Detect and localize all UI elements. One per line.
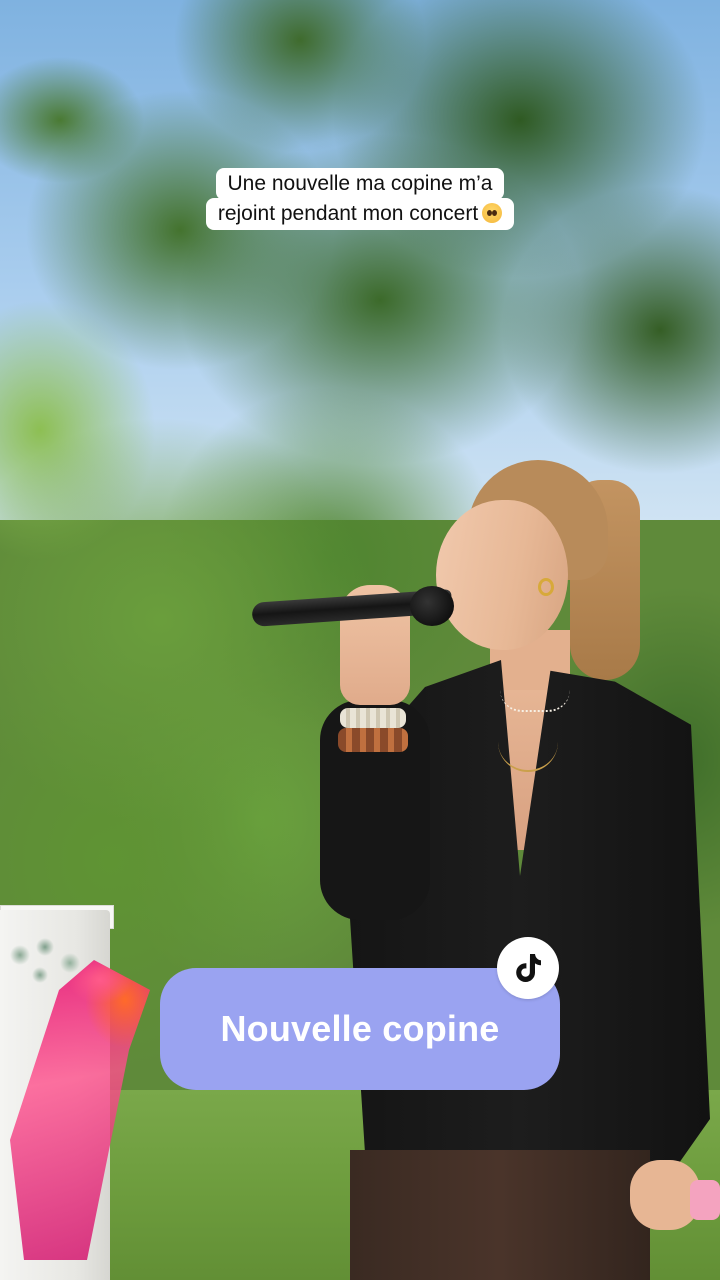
- pleading-face-emoji-icon: [482, 203, 503, 223]
- caption-line-2: rejoint pendant mon concert: [205, 198, 515, 230]
- tiktok-icon: [497, 937, 559, 999]
- nouvelle-copine-sticker[interactable]: Nouvelle copine: [160, 968, 560, 1090]
- pearl-bracelet: [340, 708, 406, 728]
- caption-line-1: Une nouvelle ma copine m’a: [215, 168, 505, 200]
- caption-text-1: Une nouvelle ma copine m’a: [227, 172, 493, 195]
- gold-necklace: [498, 700, 558, 772]
- tiktok-logo-icon: [516, 954, 541, 982]
- pink-item: [690, 1180, 720, 1220]
- beaded-bracelet: [338, 728, 408, 752]
- gold-earring: [538, 578, 554, 596]
- face: [436, 500, 568, 650]
- brown-dress: [350, 1150, 650, 1280]
- microphone-head: [410, 586, 454, 626]
- caption: Une nouvelle ma copine m’a rejoint penda…: [0, 168, 720, 230]
- sticker-label: Nouvelle copine: [220, 1008, 500, 1049]
- caption-text-2: rejoint pendant mon concert: [217, 202, 479, 225]
